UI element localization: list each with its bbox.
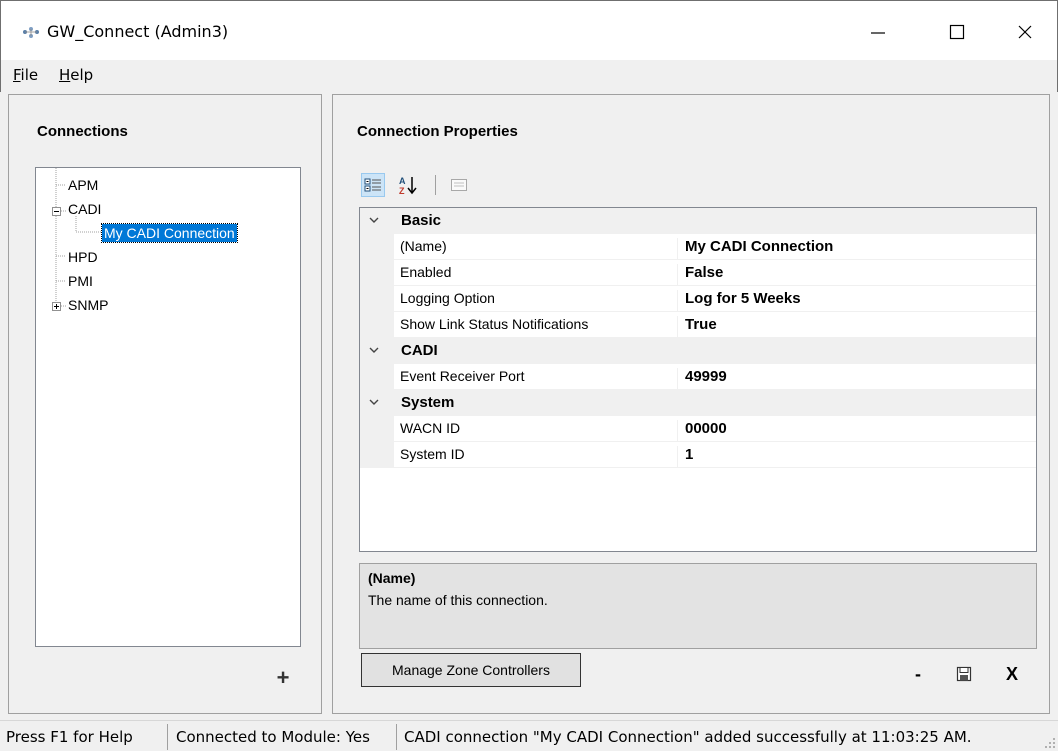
help-title: (Name) <box>368 570 416 586</box>
window-title: GW_Connect (Admin3) <box>47 22 229 41</box>
close-button[interactable] <box>1005 15 1045 49</box>
delete-button[interactable]: X <box>999 661 1025 687</box>
property-row-event-receiver-port[interactable]: Event Receiver Port 49999 <box>360 364 1036 390</box>
connections-heading: Connections <box>37 123 128 140</box>
category-cadi[interactable]: CADI <box>360 338 1036 364</box>
chevron-down-icon <box>369 347 379 353</box>
tree-item-cadi[interactable]: CADI <box>68 200 101 218</box>
categorized-icon <box>364 178 381 192</box>
collapse-toggle[interactable] <box>52 207 61 216</box>
tree-item-hpd[interactable]: HPD <box>68 248 98 266</box>
properties-panel: Connection Properties A Z Basic (Name) M… <box>332 94 1050 714</box>
tree-item-snmp[interactable]: SNMP <box>68 296 108 314</box>
title-bar: GW_Connect (Admin3) <box>0 0 1058 60</box>
manage-zone-controllers-button[interactable]: Manage Zone Controllers <box>361 653 581 687</box>
svg-text:A: A <box>399 176 406 186</box>
help-description: The name of this connection. <box>368 592 548 608</box>
maximize-icon <box>949 24 965 40</box>
minimize-icon <box>871 32 885 34</box>
sort-az-icon: A Z <box>399 176 417 195</box>
menu-help[interactable]: Help <box>59 66 93 84</box>
menu-bar: File Help <box>0 60 1058 92</box>
property-row-wacn-id[interactable]: WACN ID 00000 <box>360 416 1036 442</box>
property-row-enabled[interactable]: Enabled False <box>360 260 1036 286</box>
status-message: CADI connection "My CADI Connection" add… <box>404 728 972 746</box>
save-icon <box>956 666 972 682</box>
toolbar-separator <box>435 175 436 195</box>
categorized-view-button[interactable] <box>361 173 385 197</box>
plus-icon <box>54 304 59 309</box>
minus-icon <box>54 211 59 212</box>
chevron-down-icon <box>369 399 379 405</box>
maximize-button[interactable] <box>937 15 977 49</box>
tree-item-apm[interactable]: APM <box>68 176 98 194</box>
save-button[interactable] <box>951 661 977 687</box>
status-divider <box>396 724 397 750</box>
svg-text:Z: Z <box>399 186 405 195</box>
property-row-name[interactable]: (Name) My CADI Connection <box>360 234 1036 260</box>
property-row-system-id[interactable]: System ID 1 <box>360 442 1036 468</box>
property-row-show-link-status[interactable]: Show Link Status Notifications True <box>360 312 1036 338</box>
add-connection-button[interactable]: + <box>271 665 295 691</box>
property-row-logging-option[interactable]: Logging Option Log for 5 Weeks <box>360 286 1036 312</box>
tree-item-my-cadi-connection[interactable]: My CADI Connection <box>101 223 238 243</box>
status-help: Press F1 for Help <box>6 728 133 746</box>
category-system[interactable]: System <box>360 390 1036 416</box>
close-icon <box>1018 25 1032 39</box>
connections-tree[interactable]: APM CADI My CADI Connection HPD PMI SNMP <box>35 167 301 647</box>
property-grid[interactable]: Basic (Name) My CADI Connection Enabled … <box>359 207 1037 552</box>
status-bar: Press F1 for Help Connected to Module: Y… <box>0 720 1058 751</box>
status-module: Connected to Module: Yes <box>176 728 370 746</box>
property-pages-button[interactable] <box>447 173 471 197</box>
remove-button[interactable]: - <box>905 661 931 687</box>
menu-file[interactable]: File <box>13 66 38 84</box>
connections-panel: Connections APM CADI My CADI Connection … <box>8 94 322 714</box>
minimize-button[interactable] <box>858 15 898 49</box>
expand-toggle[interactable] <box>52 302 61 311</box>
chevron-down-icon <box>369 217 379 223</box>
property-help-pane: (Name) The name of this connection. <box>359 563 1037 649</box>
category-basic[interactable]: Basic <box>360 208 1036 234</box>
property-pages-icon <box>451 179 467 191</box>
properties-heading: Connection Properties <box>357 123 518 140</box>
status-divider <box>167 724 168 750</box>
alphabetical-view-button[interactable]: A Z <box>397 173 421 197</box>
tree-item-pmi[interactable]: PMI <box>68 272 93 290</box>
app-network-icon <box>23 27 39 38</box>
resize-grip-icon[interactable] <box>1044 737 1056 749</box>
